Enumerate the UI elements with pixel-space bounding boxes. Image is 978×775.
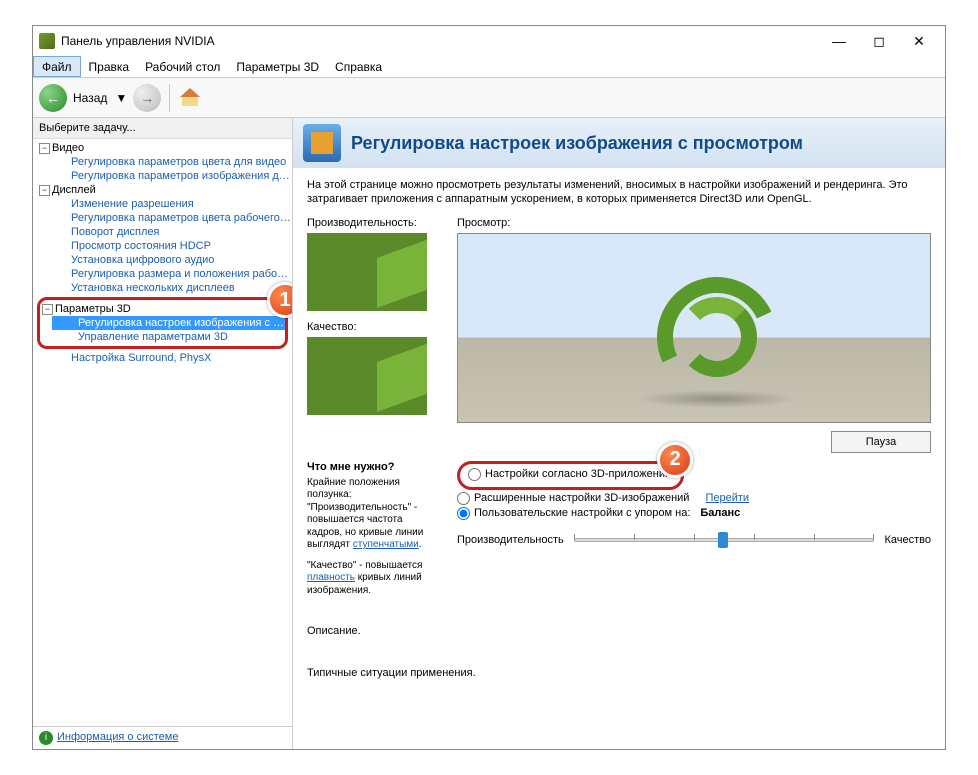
content-area: Выберите задачу... −Видео Регулировка па… — [33, 118, 945, 749]
performance-thumbnail — [307, 233, 427, 311]
menu-file[interactable]: Файл — [33, 56, 81, 77]
performance-label: Производительность: — [307, 217, 437, 229]
tree-hdcp[interactable]: Просмотр состояния HDCP — [45, 239, 292, 253]
hints-p2: "Качество" - повышается плавность кривых… — [307, 560, 437, 598]
tree-video-image[interactable]: Регулировка параметров изображения для в… — [45, 169, 292, 183]
radio-group: 2 Настройки согласно 3D-приложению Расши… — [457, 461, 931, 606]
tree-resolution[interactable]: Изменение разрешения — [45, 197, 292, 211]
go-link[interactable]: Перейти — [705, 492, 749, 504]
quality-slider[interactable] — [574, 530, 875, 550]
highlight-radio-1: 2 Настройки согласно 3D-приложению — [457, 461, 684, 490]
menu-3d[interactable]: Параметры 3D — [228, 56, 327, 77]
maximize-button[interactable]: ◻ — [859, 29, 899, 53]
quality-slider-row: Производительность Качество — [457, 530, 931, 550]
tree-desktop-color[interactable]: Регулировка параметров цвета рабочего ст… — [45, 211, 292, 225]
tree-multi-display[interactable]: Установка нескольких дисплеев — [45, 281, 292, 295]
highlight-3d-section: 1 −Параметры 3D Регулировка настроек изо… — [37, 297, 288, 349]
page-header-icon — [303, 124, 341, 162]
tree-rotate[interactable]: Поворот дисплея — [45, 225, 292, 239]
balance-value: Баланс — [700, 507, 740, 519]
thumbnails-column: Производительность: Качество: — [307, 217, 437, 461]
pause-button[interactable]: Пауза — [831, 431, 931, 453]
toolbar: ← Назад ▼ → — [33, 78, 945, 118]
radio-per-app[interactable]: Настройки согласно 3D-приложению — [468, 468, 673, 481]
page-header: Регулировка настроек изображения с просм… — [293, 118, 945, 168]
typical-heading: Типичные ситуации применения. — [307, 667, 931, 679]
back-dropdown[interactable]: ▼ — [115, 91, 127, 105]
tree-image-adjust[interactable]: Регулировка настроек изображения с просм… — [52, 316, 285, 330]
info-icon: i — [39, 731, 53, 745]
window-title: Панель управления NVIDIA — [61, 34, 819, 48]
forward-button[interactable]: → — [133, 84, 161, 112]
back-label: Назад — [73, 91, 107, 105]
task-tree: −Видео Регулировка параметров цвета для … — [33, 139, 292, 726]
slider-right-label: Качество — [884, 534, 931, 546]
tree-display[interactable]: −Дисплей — [33, 183, 292, 197]
tree-3d[interactable]: −Параметры 3D — [40, 302, 285, 316]
minimize-button[interactable]: — — [819, 29, 859, 53]
app-window: Панель управления NVIDIA — ◻ ✕ Файл Прав… — [32, 25, 946, 750]
description-heading: Описание. — [307, 625, 931, 637]
tree-audio[interactable]: Установка цифрового аудио — [45, 253, 292, 267]
hints-column: Что мне нужно? Крайние положения ползунк… — [307, 461, 437, 606]
tree-size-pos[interactable]: Регулировка размера и положения рабочего… — [45, 267, 292, 281]
menu-desktop[interactable]: Рабочий стол — [137, 56, 228, 77]
menubar: Файл Правка Рабочий стол Параметры 3D Сп… — [33, 56, 945, 78]
preview-viewport — [457, 233, 931, 423]
slider-left-label: Производительность — [457, 534, 564, 546]
toolbar-separator — [169, 84, 170, 112]
menu-edit[interactable]: Правка — [81, 56, 138, 77]
link-smooth[interactable]: плавность — [307, 572, 355, 583]
intro-text: На этой странице можно просмотреть резул… — [307, 178, 931, 207]
sidebar: Выберите задачу... −Видео Регулировка па… — [33, 118, 293, 749]
system-info-link[interactable]: Информация о системе — [57, 731, 178, 743]
tree-video[interactable]: −Видео — [33, 141, 292, 155]
radio-custom[interactable]: Пользовательские настройки с упором на:Б… — [457, 507, 931, 520]
preview-label: Просмотр: — [457, 217, 931, 229]
page-title: Регулировка настроек изображения с просм… — [351, 133, 803, 154]
menu-help[interactable]: Справка — [327, 56, 390, 77]
quality-thumbnail — [307, 337, 427, 415]
radio-advanced[interactable]: Расширенные настройки 3D-изображенийПере… — [457, 492, 931, 505]
app-icon — [39, 33, 55, 49]
tree-video-color[interactable]: Регулировка параметров цвета для видео — [45, 155, 292, 169]
quality-label: Качество: — [307, 321, 437, 333]
close-button[interactable]: ✕ — [899, 29, 939, 53]
tree-surround[interactable]: Настройка Surround, PhysX — [45, 351, 292, 365]
hints-title: Что мне нужно? — [307, 461, 437, 473]
page-body: На этой странице можно просмотреть резул… — [293, 168, 945, 749]
preview-column: Просмотр: Пауза — [457, 217, 931, 461]
slider-thumb[interactable] — [718, 532, 728, 548]
titlebar: Панель управления NVIDIA — ◻ ✕ — [33, 26, 945, 56]
link-stepped[interactable]: ступенчатыми — [353, 539, 419, 550]
back-button[interactable]: ← — [39, 84, 67, 112]
sidebar-footer: i Информация о системе — [33, 726, 292, 749]
tree-manage-3d[interactable]: Управление параметрами 3D — [52, 330, 285, 344]
main-panel: Регулировка настроек изображения с просм… — [293, 118, 945, 749]
annotation-badge-2: 2 — [657, 442, 693, 478]
hints-p1: Крайние положения ползунка: "Производите… — [307, 477, 437, 552]
home-icon[interactable] — [178, 86, 202, 110]
sidebar-header: Выберите задачу... — [33, 118, 292, 139]
